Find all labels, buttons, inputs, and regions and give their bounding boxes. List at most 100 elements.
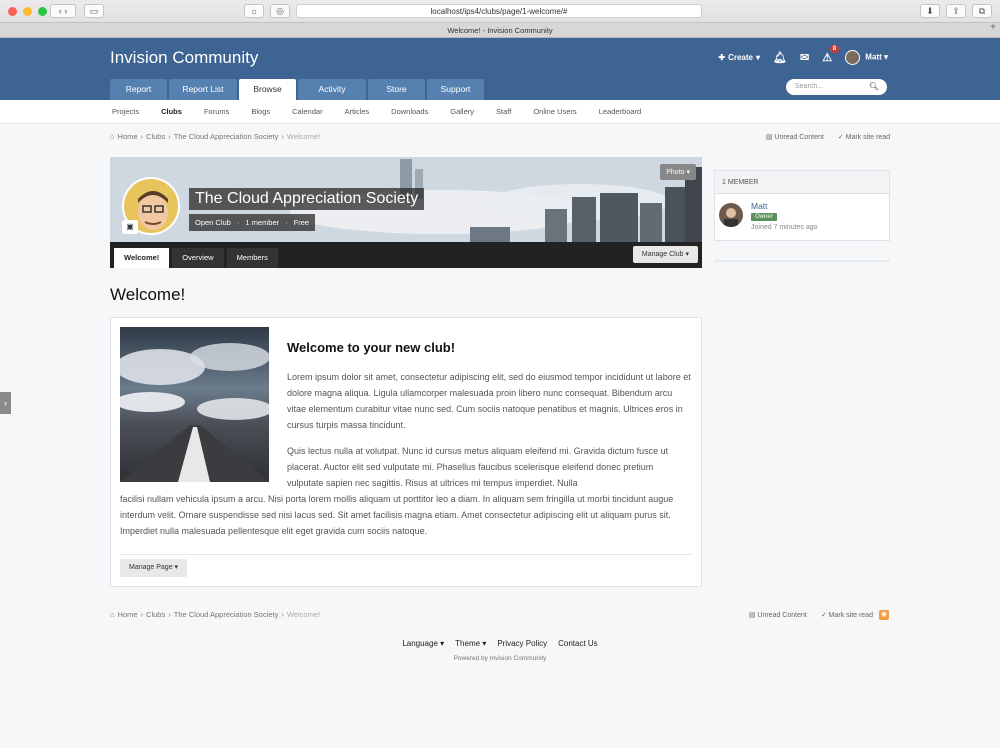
subnav-staff[interactable]: Staff	[496, 100, 511, 124]
search-placeholder: Search...	[795, 83, 824, 90]
envelope-icon[interactable]: ✉	[800, 51, 809, 64]
reader-icon[interactable]: ◎	[270, 4, 290, 18]
club-tab-members[interactable]: Members	[226, 248, 278, 268]
site-title[interactable]: Invision Community	[110, 48, 258, 68]
club-tab-welcome[interactable]: Welcome!	[114, 248, 170, 268]
breadcrumb-home[interactable]: Home	[118, 132, 138, 141]
search-icon[interactable]: 🔍︎	[869, 79, 879, 95]
page-title: Welcome!	[110, 285, 186, 304]
primary-nav: Report Report List Browse Activity Store…	[110, 79, 484, 100]
content-paragraph: facilisi nullam vehicula ipsum a arcu. N…	[120, 494, 674, 536]
road-clouds-image	[120, 327, 269, 482]
unread-content-link[interactable]: ▤ Unread Content	[749, 611, 807, 619]
manage-page-button[interactable]: Manage Page ▾	[120, 559, 188, 577]
manage-club-button[interactable]: Manage Club ▾	[632, 246, 698, 263]
chevron-right-icon: ›	[281, 610, 284, 619]
bell-icon[interactable]: 🔔︎	[773, 51, 787, 64]
powered-by[interactable]: Powered by Invision Community	[0, 655, 1000, 662]
create-menu-button[interactable]: ✚ Create ▾	[718, 53, 760, 62]
address-bar[interactable]: localhost/ips4/clubs/page/1-welcome/#	[296, 4, 702, 18]
share-icon[interactable]: ⇪	[946, 4, 966, 18]
home-icon: ⌂	[110, 132, 115, 141]
browser-tab[interactable]: Welcome! - Invision Community	[0, 22, 1000, 37]
chevron-right-icon: ›	[140, 610, 144, 619]
subnav-online-users[interactable]: Online Users	[533, 100, 576, 124]
contact-us-link[interactable]: Contact Us	[558, 639, 598, 648]
avatar[interactable]	[719, 203, 743, 227]
nav-tab-activity[interactable]: Activity	[298, 79, 366, 100]
sidebar-toggle-icon[interactable]: ▭	[84, 4, 104, 18]
club-tab-overview[interactable]: Overview	[172, 248, 224, 268]
warning-icon[interactable]: ⚠ 8	[822, 45, 840, 64]
language-menu[interactable]: Language ▾	[402, 639, 444, 648]
member-name-link[interactable]: Matt	[751, 201, 768, 211]
avatar	[845, 50, 861, 65]
subnav-forums[interactable]: Forums	[204, 100, 229, 124]
search-input[interactable]: Search... 🔍︎	[786, 79, 887, 95]
user-menu-button[interactable]: Matt ▾	[845, 50, 888, 65]
subnav-blogs[interactable]: Blogs	[251, 100, 270, 124]
maximize-window-button[interactable]	[38, 7, 47, 16]
user-name: Matt	[865, 52, 882, 62]
back-forward-buttons[interactable]: ‹ ›	[50, 4, 76, 18]
close-window-button[interactable]	[8, 7, 17, 16]
club-type: Open Club	[195, 218, 231, 227]
breadcrumb-current: Welcome!	[286, 610, 321, 619]
subnav-leaderboard[interactable]: Leaderboard	[599, 100, 642, 124]
breadcrumb-clubs[interactable]: Clubs	[146, 610, 165, 619]
subnav-downloads[interactable]: Downloads	[391, 100, 428, 124]
subnav-calendar[interactable]: Calendar	[292, 100, 322, 124]
new-tab-icon[interactable]: +	[990, 22, 996, 33]
download-icon[interactable]: ⬇	[920, 4, 940, 18]
club-meta: Open Club · 1 member · Free	[189, 214, 316, 231]
check-icon: ✓	[820, 612, 829, 619]
subnav-articles[interactable]: Articles	[345, 100, 370, 124]
photo-button[interactable]: Photo ▾	[660, 164, 696, 180]
members-widget: 1 MEMBER Matt Owner Joined 7 minutes ago	[714, 170, 890, 241]
rss-icon[interactable]: ◉	[879, 610, 889, 620]
privacy-policy-link[interactable]: Privacy Policy	[497, 639, 547, 648]
subnav-projects[interactable]: Projects	[112, 100, 139, 124]
minimize-window-button[interactable]	[23, 7, 32, 16]
divider	[120, 554, 692, 555]
image-icon[interactable]: ▣	[122, 220, 138, 234]
members-widget-title: 1 MEMBER	[715, 171, 889, 194]
club-name: The Cloud Appreciation Society	[189, 188, 425, 210]
subnav-gallery[interactable]: Gallery	[450, 100, 474, 124]
url-text: localhost/ips4/clubs/page/1-welcome/#	[430, 7, 568, 16]
chevron-right-icon[interactable]: ›	[0, 392, 11, 414]
unread-content-label: Unread Content	[774, 134, 824, 141]
breadcrumb-club[interactable]: The Cloud Appreciation Society	[174, 610, 279, 619]
breadcrumb-home[interactable]: Home	[118, 610, 138, 619]
secondary-nav: Projects Clubs Forums Blogs Calendar Art…	[0, 100, 1000, 124]
content-heading: Welcome to your new club!	[287, 340, 456, 355]
chevron-right-icon: ›	[281, 132, 284, 141]
nav-tab-browse[interactable]: Browse	[239, 79, 296, 100]
unread-content-label: Unread Content	[757, 612, 807, 619]
member-joined: Joined 7 minutes ago	[751, 224, 818, 231]
mark-read-label: Mark site read	[845, 134, 890, 141]
nav-tab-support[interactable]: Support	[427, 79, 484, 100]
check-icon: ✓	[837, 134, 846, 141]
brightness-icon[interactable]: ☼	[244, 4, 264, 18]
subnav-clubs[interactable]: Clubs	[161, 100, 182, 124]
theme-menu[interactable]: Theme ▾	[455, 639, 486, 648]
breadcrumb-clubs[interactable]: Clubs	[146, 132, 165, 141]
breadcrumb-club[interactable]: The Cloud Appreciation Society	[174, 132, 279, 141]
unread-content-link[interactable]: ▤ Unread Content	[766, 133, 824, 141]
owner-badge: Owner	[751, 213, 777, 221]
club-price: Free	[293, 218, 310, 227]
chevron-right-icon: ›	[168, 610, 171, 619]
nav-tab-store[interactable]: Store	[368, 79, 425, 100]
page-content: Welcome to your new club! Lorem ipsum do…	[110, 317, 702, 587]
chevron-right-icon: ›	[140, 132, 144, 141]
mark-read-link[interactable]: ✓ Mark site read	[838, 133, 890, 141]
mark-read-link[interactable]: ✓ Mark site read	[821, 611, 873, 619]
create-label: Create	[728, 53, 753, 62]
club-cover-photo: Photo ▾ ▣ The Cloud Appreciation Society…	[110, 157, 702, 242]
sidebar-divider	[714, 260, 890, 262]
tabs-icon[interactable]: ⧉	[972, 4, 992, 18]
breadcrumb: ⌂ Home › Clubs › The Cloud Appreciation …	[110, 610, 320, 619]
nav-tab-report[interactable]: Report	[110, 79, 167, 100]
nav-tab-report-list[interactable]: Report List	[169, 79, 237, 100]
